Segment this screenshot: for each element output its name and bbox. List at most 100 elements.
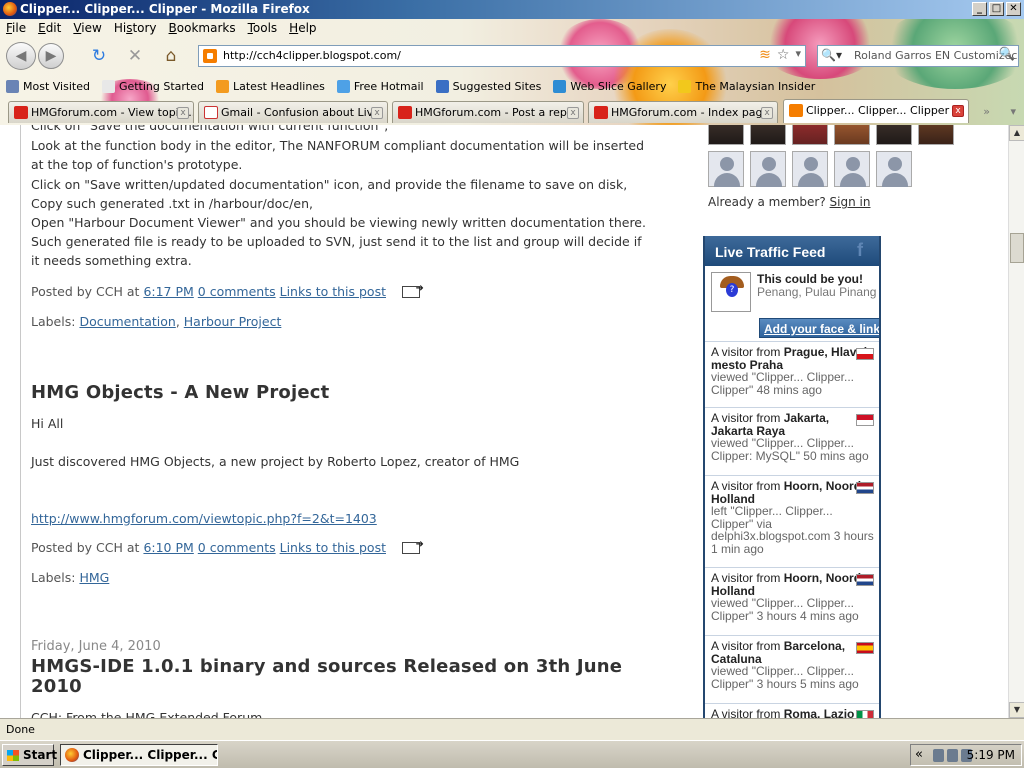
facebook-icon[interactable]: f <box>857 240 875 262</box>
links-to-post[interactable]: Links to this post <box>280 540 386 555</box>
bookmark-getting-started[interactable]: Getting Started <box>96 79 210 93</box>
already-member: Already a member? Sign in <box>708 195 871 209</box>
tab-list-icon[interactable]: ▾ <box>1010 105 1016 118</box>
post-footer: Posted by CCH at 6:10 PM 0 comments Link… <box>31 539 424 555</box>
feed-entry[interactable]: A visitor from Hoorn, Noord-Holland view… <box>705 568 879 636</box>
email-post-icon[interactable] <box>401 539 424 554</box>
menu-history[interactable]: History <box>108 19 163 39</box>
tray-clock[interactable]: 5:19 PM <box>967 748 1015 762</box>
post-title[interactable]: HMG Objects - A New Project <box>31 382 329 403</box>
label-hmg[interactable]: HMG <box>79 570 109 585</box>
follower-avatar[interactable] <box>792 151 828 187</box>
tab-close-icon[interactable]: x <box>761 107 773 119</box>
bookmark-web-slice-gallery[interactable]: Web Slice Gallery <box>547 79 672 93</box>
page-viewport[interactable]: Click on "Save the documentation with cu… <box>0 125 1008 718</box>
volume-icon[interactable] <box>947 749 958 762</box>
blogger-favicon <box>789 104 803 117</box>
post-text-line: Click on "Save written/updated documenta… <box>31 177 628 192</box>
bookmark-icon <box>6 79 19 93</box>
follower-avatar[interactable] <box>834 125 870 145</box>
bookmark-free-hotmail[interactable]: Free Hotmail <box>331 79 430 93</box>
tab-hmgforum-view-topic[interactable]: HMGforum.com - View topic... x <box>8 101 194 123</box>
menu-help[interactable]: Help <box>283 19 322 39</box>
url-bar[interactable]: http://cch4clipper.blogspot.com/ ≋ ☆ ▾ <box>198 45 806 67</box>
label-documentation[interactable]: Documentation <box>79 314 175 329</box>
tab-close-icon[interactable]: x <box>177 107 189 119</box>
maximize-button[interactable]: □ <box>989 2 1004 16</box>
post-text-line: Copy such generated .txt in /harbour/doc… <box>31 196 313 211</box>
feed-entry[interactable]: A visitor from Barcelona, Cataluna viewe… <box>705 636 879 704</box>
post-time-link[interactable]: 6:10 PM <box>143 540 193 555</box>
taskbar-firefox-button[interactable]: Clipper... Clipper... Clip... <box>60 744 218 766</box>
bookmark-suggested-sites[interactable]: Suggested Sites <box>430 79 548 93</box>
tray-expand-icon[interactable]: « <box>915 747 923 762</box>
follower-avatar[interactable] <box>834 151 870 187</box>
rss-icon[interactable]: ≋ <box>759 47 771 63</box>
scroll-up-arrow[interactable]: ▲ <box>1009 125 1024 141</box>
menu-edit[interactable]: Edit <box>32 19 67 39</box>
menu-view[interactable]: View <box>67 19 107 39</box>
post-title-continued[interactable]: 2010 <box>31 676 82 697</box>
follower-avatar[interactable] <box>876 151 912 187</box>
bookmark-malaysian-insider[interactable]: The Malaysian Insider <box>672 79 821 93</box>
face-placeholder-icon: ? <box>711 272 751 312</box>
scroll-thumb[interactable] <box>1010 233 1024 263</box>
follower-avatar[interactable] <box>876 125 912 145</box>
post-title[interactable]: HMGS-IDE 1.0.1 binary and sources Releas… <box>31 656 622 677</box>
follower-avatar[interactable] <box>708 125 744 145</box>
chevron-down-icon[interactable]: ▾ <box>795 47 801 63</box>
bookmark-star-icon[interactable]: ☆ <box>777 47 790 63</box>
status-bar: Done <box>0 718 1024 740</box>
tab-clipper-blog[interactable]: Clipper... Clipper... Clipper x <box>783 99 969 123</box>
bookmark-latest-headlines[interactable]: Latest Headlines <box>210 79 331 93</box>
menu-file[interactable]: File <box>0 19 32 39</box>
feed-entry[interactable]: A visitor from Roma, Lazio <box>705 704 879 718</box>
minimize-button[interactable]: _ <box>972 2 987 16</box>
tab-scroll-icon[interactable]: » <box>983 105 990 118</box>
vertical-scrollbar[interactable]: ▲ ▼ <box>1008 125 1024 718</box>
start-button[interactable]: Start <box>2 744 57 766</box>
scroll-down-arrow[interactable]: ▼ <box>1009 702 1024 718</box>
feed-entry[interactable]: A visitor from Jakarta, Jakarta Raya vie… <box>705 408 879 476</box>
menu-bookmarks[interactable]: Bookmarks <box>163 19 242 39</box>
tab-close-icon[interactable]: x <box>952 105 964 117</box>
reload-icon[interactable]: ↻ <box>88 46 110 66</box>
follower-avatar[interactable] <box>708 151 744 187</box>
tab-hmgforum-post-reply[interactable]: HMGforum.com - Post a reply x <box>392 101 584 123</box>
bookmark-most-visited[interactable]: Most Visited <box>0 79 96 93</box>
search-engine-icon[interactable]: 🔍▾ <box>821 48 842 62</box>
back-button[interactable]: ◀ <box>6 42 36 70</box>
bookmark-icon <box>101 79 115 93</box>
comments-link[interactable]: 0 comments <box>198 284 276 299</box>
tab-close-icon[interactable]: x <box>567 107 579 119</box>
follower-avatar[interactable] <box>750 125 786 145</box>
follower-avatar[interactable] <box>750 151 786 187</box>
network-icon[interactable] <box>933 749 944 762</box>
email-post-icon[interactable] <box>401 283 424 298</box>
feed-entry[interactable]: A visitor from Prague, Hlavni mesto Prah… <box>705 342 879 408</box>
windows-taskbar: Start Clipper... Clipper... Clip... « 5:… <box>0 740 1024 768</box>
post-time-link[interactable]: 6:17 PM <box>143 284 193 299</box>
bookmarks-toolbar: Most Visited Getting Started Latest Head… <box>0 75 821 97</box>
links-to-post[interactable]: Links to this post <box>280 284 386 299</box>
close-button[interactable]: ✕ <box>1006 2 1021 16</box>
comments-link[interactable]: 0 comments <box>198 540 276 555</box>
search-input[interactable]: 🔍▾ Roland Garros EN Customizec 🔍 <box>817 45 1019 67</box>
italy-flag-icon <box>856 710 874 718</box>
tab-close-icon[interactable]: x <box>371 107 383 119</box>
hmgforum-topic-link[interactable]: http://www.hmgforum.com/viewtopic.php?f=… <box>31 511 377 526</box>
feed-entry[interactable]: A visitor from Hoorn, Noord-Holland left… <box>705 476 879 568</box>
home-icon[interactable]: ⌂ <box>160 46 182 66</box>
add-face-link-button[interactable]: Add your face & link! <box>759 318 879 338</box>
tab-hmgforum-index[interactable]: HMGforum.com - Index page x <box>588 101 778 123</box>
tab-gmail[interactable]: Gmail - Confusion about Liv... x <box>198 101 388 123</box>
window-titlebar[interactable]: Clipper... Clipper... Clipper - Mozilla … <box>0 0 1024 19</box>
label-harbour-project[interactable]: Harbour Project <box>184 314 282 329</box>
sign-in-link[interactable]: Sign in <box>830 195 871 209</box>
stop-icon[interactable]: ✕ <box>124 46 146 66</box>
forward-button[interactable]: ▶ <box>38 43 64 69</box>
search-go-icon[interactable]: 🔍 <box>999 47 1015 62</box>
menu-tools[interactable]: Tools <box>242 19 284 39</box>
follower-avatar[interactable] <box>918 125 954 145</box>
follower-avatar[interactable] <box>792 125 828 145</box>
